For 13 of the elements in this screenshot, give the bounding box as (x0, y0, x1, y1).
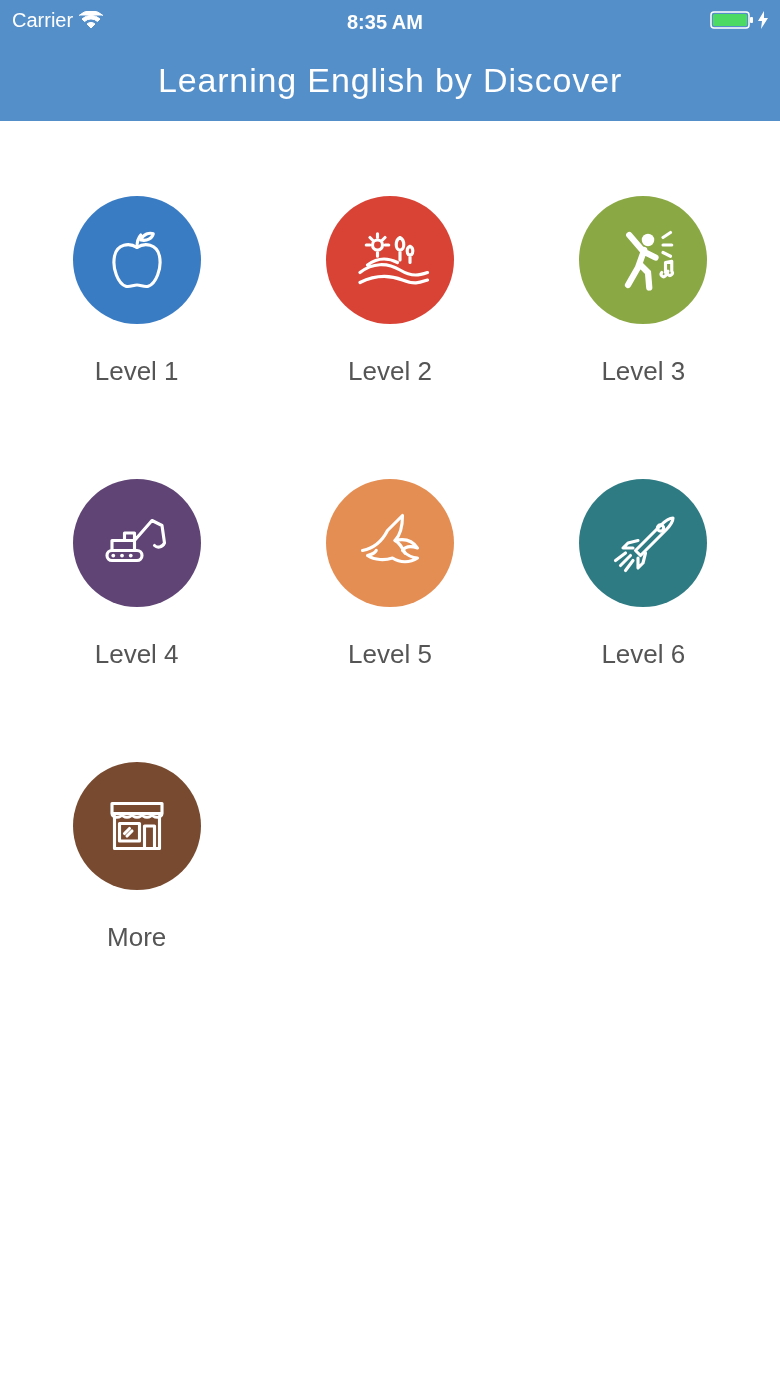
level-label: Level 5 (348, 638, 432, 671)
level-label: Level 1 (94, 355, 179, 388)
carrier-label: Carrier (12, 8, 74, 33)
wifi-icon (79, 11, 104, 29)
charging-icon (758, 11, 768, 29)
clock-time: 8:35 AM (347, 10, 423, 35)
level-label: More (107, 921, 167, 954)
level-label: Level 6 (601, 638, 686, 671)
screen-title: Learning English by Discover (157, 60, 623, 101)
battery-icon (710, 10, 754, 30)
level-label: Level 2 (348, 355, 432, 388)
level-label: Level 3 (601, 355, 686, 388)
level-label: Level 4 (94, 638, 179, 671)
